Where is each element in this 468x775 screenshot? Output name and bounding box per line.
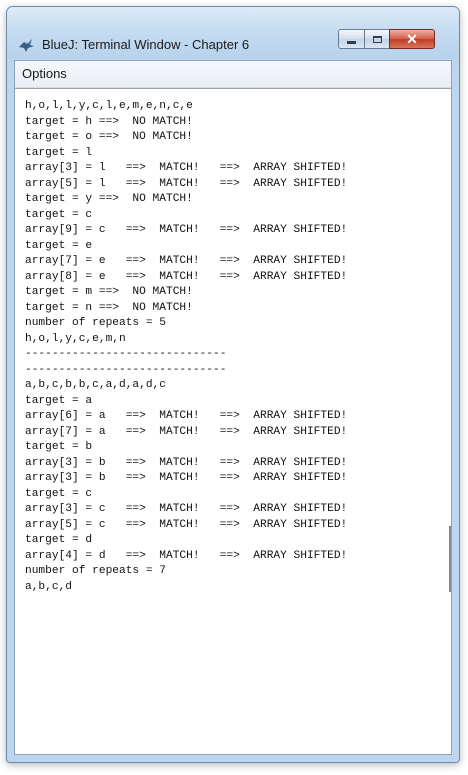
terminal-line: array[7] = a ==> MATCH! ==> ARRAY SHIFTE… [25, 425, 348, 438]
window-title: BlueJ: Terminal Window - Chapter 6 [42, 37, 250, 52]
terminal-line: target = m ==> NO MATCH! [25, 286, 193, 298]
terminal-line: array[7] = e ==> MATCH! ==> ARRAY SHIFTE… [25, 255, 348, 267]
window-client-area: Options h,o,l,l,y,c,l,e,m,e,n,c,e target … [14, 60, 452, 755]
terminal-line: target = c [25, 208, 93, 221]
terminal-line: array[4] = d ==> MATCH! ==> ARRAY SHIFTE… [25, 549, 348, 562]
terminal-line: ------------------------------ [25, 348, 227, 360]
terminal-line: h,o,l,y,c,e,m,n [25, 332, 126, 345]
terminal-line: target = c [25, 487, 93, 500]
terminal-line: target = e [25, 239, 93, 252]
terminal-line: target = n ==> NO MATCH! [25, 301, 193, 314]
minimize-icon [347, 41, 356, 44]
terminal-line: array[3] = c ==> MATCH! ==> ARRAY SHIFTE… [25, 503, 348, 515]
bluej-bird-icon [18, 38, 35, 53]
terminal-line: target = h ==> NO MATCH! [25, 115, 193, 128]
minimize-button[interactable] [338, 29, 365, 49]
maximize-button[interactable] [364, 29, 390, 49]
terminal-window: BlueJ: Terminal Window - Chapter 6 ✕ Opt… [6, 6, 460, 763]
maximize-icon [372, 35, 382, 43]
terminal-line: array[9] = c ==> MATCH! ==> ARRAY SHIFTE… [25, 224, 348, 236]
scrollbar-edge [449, 526, 451, 592]
terminal-line: target = y ==> NO MATCH! [25, 193, 193, 205]
terminal-line: array[5] = c ==> MATCH! ==> ARRAY SHIFTE… [25, 518, 348, 531]
terminal-output-area[interactable]: h,o,l,l,y,c,l,e,m,e,n,c,e target = h ==> … [15, 88, 451, 754]
terminal-line: array[3] = l ==> MATCH! ==> ARRAY SHIFTE… [25, 162, 348, 174]
terminal-line: a,b,c,b,b,c,a,d,a,d,c [25, 379, 166, 391]
terminal-line: number of repeats = 7 [25, 565, 166, 577]
terminal-line: a,b,c,d [25, 580, 72, 593]
terminal-line: array[3] = b ==> MATCH! ==> ARRAY SHIFTE… [25, 472, 348, 484]
close-button[interactable]: ✕ [389, 29, 435, 49]
terminal-line: target = a [25, 394, 93, 407]
terminal-line: array[5] = l ==> MATCH! ==> ARRAY SHIFTE… [25, 177, 348, 190]
terminal-line: target = o ==> NO MATCH! [25, 131, 193, 143]
terminal-line: number of repeats = 5 [25, 317, 166, 329]
menu-options[interactable]: Options [22, 66, 67, 81]
close-icon: ✕ [406, 30, 418, 47]
terminal-line: array[6] = a ==> MATCH! ==> ARRAY SHIFTE… [25, 410, 348, 422]
terminal-line: target = d [25, 534, 93, 546]
terminal-line: ------------------------------ [25, 363, 227, 376]
terminal-line: target = l [25, 146, 93, 159]
menu-bar: Options [15, 61, 451, 88]
title-bar[interactable]: BlueJ: Terminal Window - Chapter 6 ✕ [7, 7, 459, 59]
terminal-line: array[3] = b ==> MATCH! ==> ARRAY SHIFTE… [25, 456, 348, 469]
terminal-line: h,o,l,l,y,c,l,e,m,e,n,c,e [25, 100, 193, 112]
terminal-line: target = b [25, 441, 93, 453]
terminal-line: array[8] = e ==> MATCH! ==> ARRAY SHIFTE… [25, 270, 348, 283]
terminal-text: h,o,l,l,y,c,l,e,m,e,n,c,e target = h ==> … [25, 99, 347, 595]
